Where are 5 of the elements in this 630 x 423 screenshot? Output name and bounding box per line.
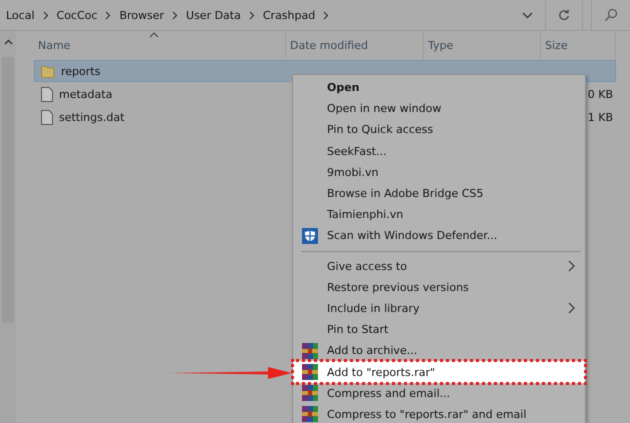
file-size: 1 KB <box>588 110 613 124</box>
file-name: reports <box>61 64 100 78</box>
file-size: 0 KB <box>588 88 613 100</box>
file-name: metadata <box>59 88 112 100</box>
file-name: settings.dat <box>59 110 124 124</box>
